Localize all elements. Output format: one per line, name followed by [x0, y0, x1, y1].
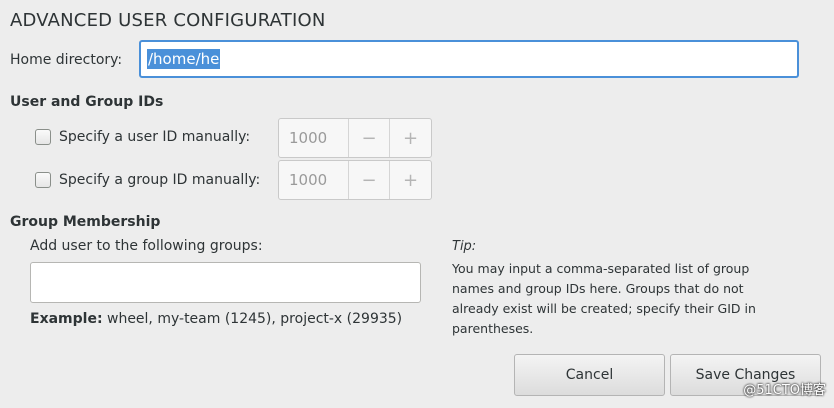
home-directory-selected-text: /home/he — [147, 49, 221, 69]
group-id-check-row[interactable]: Specify a group ID manually: — [35, 172, 260, 188]
group-id-decrement-button[interactable]: − — [349, 161, 390, 199]
groups-example: Example: wheel, my-team (1245), project-… — [30, 311, 402, 327]
cancel-button[interactable]: Cancel — [514, 354, 665, 396]
user-id-checkbox[interactable] — [35, 129, 51, 145]
user-id-label: Specify a user ID manually: — [59, 129, 251, 145]
user-id-increment-button[interactable]: + — [390, 119, 431, 157]
user-id-decrement-button[interactable]: − — [349, 119, 390, 157]
watermark: @51CTO博客 — [743, 383, 826, 398]
group-id-increment-button[interactable]: + — [390, 161, 431, 199]
dialog-title: ADVANCED USER CONFIGURATION — [10, 10, 326, 31]
user-id-check-row[interactable]: Specify a user ID manually: — [35, 129, 250, 145]
home-directory-input[interactable]: /home/he — [139, 40, 799, 78]
user-id-value[interactable]: 1000 — [279, 119, 349, 157]
tip-text: You may input a comma-separated list of … — [452, 261, 756, 336]
example-label: Example: — [30, 311, 103, 327]
groups-label: Add user to the following groups: — [30, 238, 263, 254]
groups-input[interactable] — [30, 262, 421, 303]
user-id-spinner[interactable]: 1000 − + — [278, 118, 432, 158]
group-id-label: Specify a group ID manually: — [59, 172, 261, 188]
group-id-value[interactable]: 1000 — [279, 161, 349, 199]
membership-section-title: Group Membership — [10, 214, 161, 230]
example-value: wheel, my-team (1245), project-x (29935) — [102, 311, 403, 327]
group-id-checkbox[interactable] — [35, 172, 51, 188]
tip-title: Tip: — [452, 239, 477, 254]
ids-section-title: User and Group IDs — [10, 94, 164, 110]
home-directory-label: Home directory: — [10, 52, 123, 68]
group-id-spinner[interactable]: 1000 − + — [278, 160, 432, 200]
